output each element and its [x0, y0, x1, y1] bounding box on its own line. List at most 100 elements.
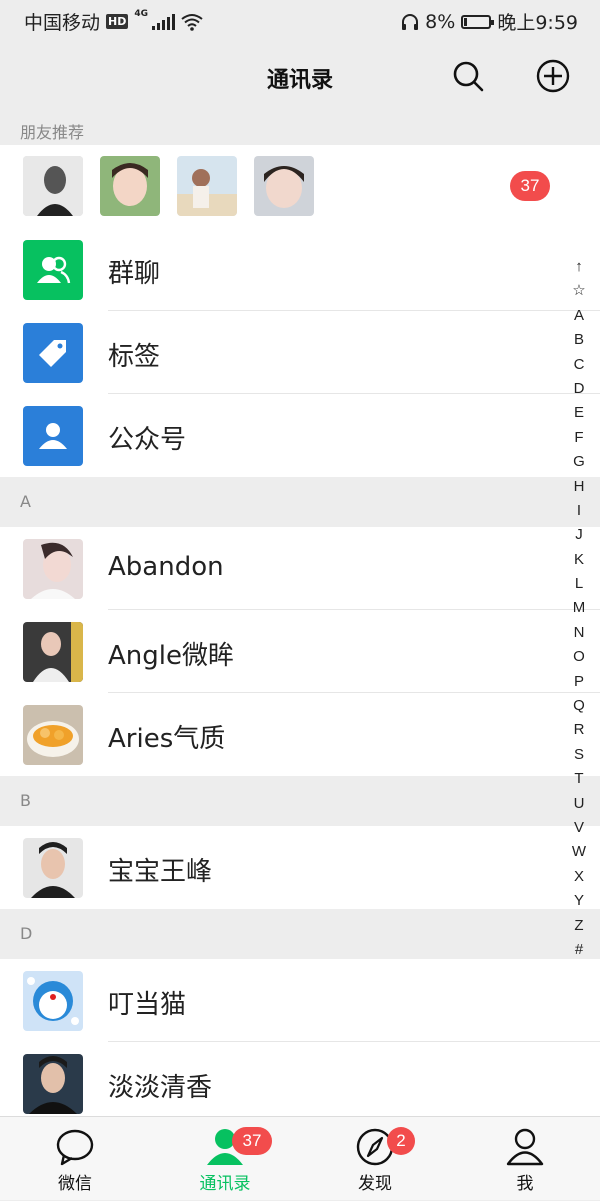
index-letter[interactable]: V — [568, 816, 590, 840]
tab-label: 微信 — [58, 1174, 92, 1194]
group-chat-row[interactable]: 群聊 — [0, 228, 600, 311]
tab-badge: 37 — [232, 1127, 272, 1155]
contact-name: Angle微眸 — [108, 641, 234, 671]
index-letter[interactable]: Z — [568, 914, 590, 938]
index-letter[interactable]: M — [568, 596, 590, 620]
index-letter[interactable]: Y — [568, 889, 590, 913]
index-letter[interactable]: N — [568, 621, 590, 645]
clock: 晚上9:59 — [497, 12, 578, 34]
index-letter[interactable]: ☆ — [568, 279, 590, 303]
index-letter[interactable]: T — [568, 767, 590, 791]
headphone-icon — [402, 13, 419, 30]
signal-icon — [152, 13, 176, 30]
avatar — [100, 156, 160, 216]
section-letter: B — [20, 791, 31, 810]
section-header-d: D — [0, 909, 600, 959]
index-letter[interactable]: # — [568, 938, 590, 962]
contact-name: 叮当猫 — [108, 990, 187, 1020]
contact-row[interactable]: 淡淡清香 — [0, 1042, 600, 1116]
index-letter[interactable]: A — [568, 304, 590, 328]
group-chat-icon — [23, 240, 83, 300]
section-letter: A — [20, 492, 31, 511]
friend-recommend-row[interactable]: 37 — [0, 145, 600, 228]
avatar — [23, 838, 83, 898]
official-accounts-row[interactable]: 公众号 — [0, 394, 600, 477]
tag-icon — [23, 323, 83, 383]
tags-row[interactable]: 标签 — [0, 311, 600, 394]
index-letter[interactable]: H — [568, 475, 590, 499]
plus-circle-icon — [536, 59, 570, 93]
index-letter[interactable]: L — [568, 572, 590, 596]
battery-icon — [461, 14, 495, 29]
feature-label: 群聊 — [108, 259, 161, 289]
avatar — [23, 1054, 83, 1114]
friend-recommend-label: 朋友推荐 — [20, 123, 85, 142]
contact-name: 宝宝王峰 — [108, 857, 213, 887]
wifi-icon — [181, 13, 203, 31]
friend-recommend-badge: 37 — [510, 171, 550, 201]
tab-bar: 微信 通讯录 37 发现 2 我 — [0, 1116, 600, 1200]
contact-row[interactable]: 叮当猫 — [0, 959, 600, 1042]
contact-row[interactable]: 宝宝王峰 — [0, 826, 600, 909]
index-letter[interactable]: B — [568, 328, 590, 352]
contact-name: Aries气质 — [108, 724, 226, 754]
section-letter: D — [20, 924, 33, 943]
friend-recommend-header: 朋友推荐 — [0, 112, 600, 145]
tab-chats[interactable]: 微信 — [0, 1117, 150, 1201]
hd-icon: HD — [106, 14, 129, 29]
tab-contacts[interactable]: 通讯录 37 — [150, 1117, 300, 1201]
index-letter[interactable]: S — [568, 743, 590, 767]
status-bar: 中国移动 HD 4G 8% 晚上9:59 — [0, 0, 600, 40]
official-account-icon — [23, 406, 83, 466]
index-letter[interactable]: X — [568, 865, 590, 889]
contact-name: 淡淡清香 — [108, 1073, 213, 1103]
carrier-name: 中国移动 — [24, 12, 101, 34]
index-letter[interactable]: O — [568, 645, 590, 669]
index-letter[interactable]: U — [568, 792, 590, 816]
avatar — [23, 705, 83, 765]
chat-bubble-icon — [56, 1129, 94, 1166]
top-bar: 通讯录 — [0, 40, 600, 112]
index-letter[interactable]: K — [568, 548, 590, 572]
feature-label: 公众号 — [108, 425, 187, 455]
index-letter[interactable]: F — [568, 426, 590, 450]
index-letter[interactable]: J — [568, 523, 590, 547]
index-letter[interactable]: C — [568, 353, 590, 377]
section-header-a: A — [0, 477, 600, 527]
tab-badge: 2 — [387, 1127, 415, 1155]
section-header-b: B — [0, 776, 600, 826]
index-letter[interactable]: I — [568, 499, 590, 523]
person-icon — [506, 1128, 544, 1166]
tab-label: 我 — [516, 1174, 534, 1194]
index-letter[interactable]: G — [568, 450, 590, 474]
avatar — [23, 971, 83, 1031]
avatar — [177, 156, 237, 216]
tab-label: 发现 — [358, 1174, 392, 1194]
contact-row[interactable]: Abandon — [0, 527, 600, 610]
tab-label: 通讯录 — [199, 1174, 251, 1194]
index-letter[interactable]: E — [568, 401, 590, 425]
search-icon — [453, 61, 484, 92]
contact-row[interactable]: Aries气质 — [0, 693, 600, 776]
avatar — [23, 622, 83, 682]
add-button[interactable] — [535, 58, 571, 94]
feature-label: 标签 — [108, 342, 161, 372]
search-button[interactable] — [450, 58, 486, 94]
index-letter[interactable]: ↑ — [568, 255, 590, 279]
index-letter[interactable]: Q — [568, 694, 590, 718]
index-letter[interactable]: D — [568, 377, 590, 401]
battery-percent: 8% — [425, 10, 456, 33]
index-letter[interactable]: W — [568, 840, 590, 864]
alphabet-index[interactable]: ↑ ☆ A B C D E F G H I J K L M N O P Q R S T U V W X Y Z # — [568, 255, 590, 962]
index-letter[interactable]: R — [568, 718, 590, 742]
tab-me[interactable]: 我 — [450, 1117, 600, 1201]
contact-row[interactable]: Angle微眸 — [0, 610, 600, 693]
contact-name: Abandon — [108, 552, 224, 582]
avatar — [23, 156, 83, 216]
network-type: 4G — [134, 8, 149, 19]
avatar — [23, 539, 83, 599]
page-title: 通讯录 — [266, 68, 333, 93]
avatar — [254, 156, 314, 216]
index-letter[interactable]: P — [568, 670, 590, 694]
tab-discover[interactable]: 发现 2 — [300, 1117, 450, 1201]
